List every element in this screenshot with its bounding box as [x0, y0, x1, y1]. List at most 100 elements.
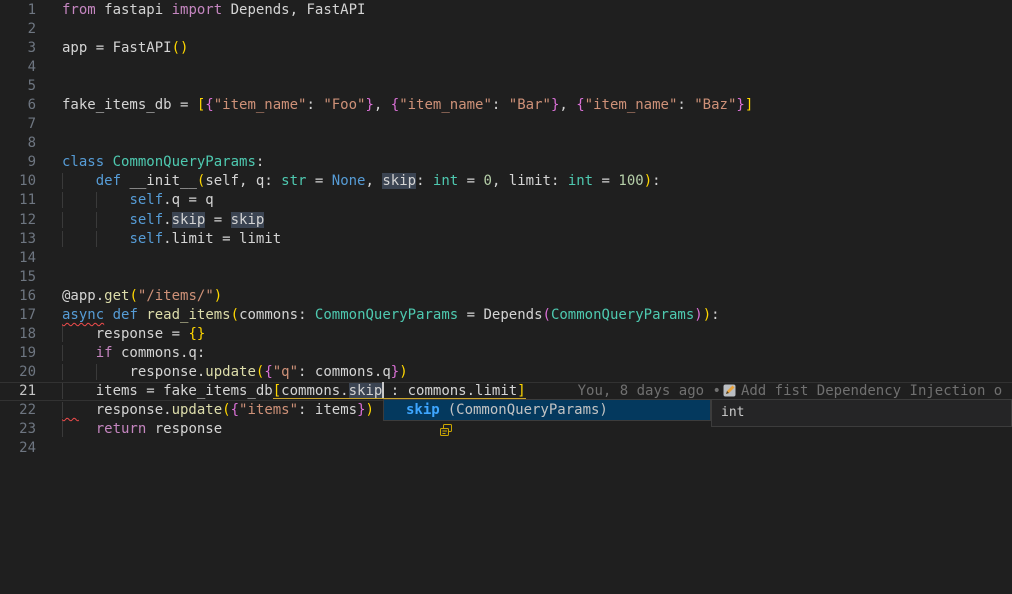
- code-token: :: [256, 154, 264, 170]
- code-token: }: [365, 97, 373, 113]
- code-line-4[interactable]: 4: [0, 58, 1012, 77]
- code-token: update: [205, 364, 256, 380]
- code-token: .: [163, 212, 171, 228]
- code-token: skip: [231, 212, 265, 228]
- code-token: :: [416, 173, 433, 189]
- code-content[interactable]: [62, 58, 1012, 77]
- code-token: class: [62, 154, 104, 170]
- line-number[interactable]: 4: [0, 58, 36, 77]
- code-token: commons:: [239, 307, 315, 323]
- suggest-item-detail: (CommonQueryParams): [448, 400, 608, 420]
- code-line-20[interactable]: 20 response.update({"q": commons.q}): [0, 363, 1012, 382]
- code-line-24[interactable]: 24: [0, 439, 1012, 458]
- line-number[interactable]: 5: [0, 77, 36, 96]
- code-token: skip: [349, 383, 383, 399]
- code-content[interactable]: [62, 134, 1012, 153]
- code-token: [: [273, 383, 281, 399]
- code-token: skip: [172, 212, 206, 228]
- code-token: response =: [96, 326, 189, 342]
- code-line-15[interactable]: 15: [0, 268, 1012, 287]
- line-number[interactable]: 22: [0, 401, 36, 420]
- code-token: fake_items_db =: [62, 97, 197, 113]
- line-number[interactable]: 14: [0, 249, 36, 268]
- line-number[interactable]: 9: [0, 153, 36, 172]
- code-content[interactable]: async def read_items(commons: CommonQuer…: [62, 306, 1012, 325]
- line-number[interactable]: 21: [0, 382, 36, 401]
- code-line-7[interactable]: 7: [0, 115, 1012, 134]
- code-content[interactable]: class CommonQueryParams:: [62, 153, 1012, 172]
- line-number[interactable]: 11: [0, 191, 36, 210]
- line-number[interactable]: 13: [0, 230, 36, 249]
- code-content[interactable]: @app.get("/items/"): [62, 287, 1012, 306]
- code-line-14[interactable]: 14: [0, 249, 1012, 268]
- line-number[interactable]: 2: [0, 20, 36, 39]
- code-line-3[interactable]: 3 app = FastAPI(): [0, 39, 1012, 58]
- code-content[interactable]: [62, 439, 1012, 458]
- code-token: [62, 364, 96, 380]
- code-content[interactable]: [62, 249, 1012, 268]
- code-content[interactable]: fake_items_db = [{"item_name": "Foo"}, {…: [62, 96, 1012, 115]
- code-token: (: [231, 307, 239, 323]
- code-line-6[interactable]: 6 fake_items_db = [{"item_name": "Foo"}, …: [0, 96, 1012, 115]
- code-content[interactable]: def __init__(self, q: str = None, skip: …: [62, 172, 1012, 191]
- code-token: =: [458, 173, 483, 189]
- code-line-11[interactable]: 11 self.q = q: [0, 191, 1012, 210]
- code-content[interactable]: response = {}: [62, 325, 1012, 344]
- line-number[interactable]: 8: [0, 134, 36, 153]
- line-number[interactable]: 6: [0, 96, 36, 115]
- code-line-10[interactable]: 10 def __init__(self, q: str = None, ski…: [0, 172, 1012, 191]
- code-editor[interactable]: 1 from fastapi import Depends, FastAPI 23 a…: [0, 0, 1012, 594]
- suggest-docs-panel: int: [711, 399, 1012, 427]
- line-number[interactable]: 20: [0, 363, 36, 382]
- code-line-1[interactable]: 1 from fastapi import Depends, FastAPI: [0, 1, 1012, 20]
- line-number[interactable]: 7: [0, 115, 36, 134]
- code-content[interactable]: from fastapi import Depends, FastAPI: [62, 1, 1012, 20]
- code-line-19[interactable]: 19 if commons.q:: [0, 344, 1012, 363]
- suggest-widget: skip (CommonQueryParams): [383, 399, 711, 421]
- code-line-2[interactable]: 2: [0, 20, 1012, 39]
- line-number[interactable]: 3: [0, 39, 36, 58]
- line-number[interactable]: 1: [0, 1, 36, 20]
- code-token: (: [543, 307, 551, 323]
- code-token: commons.: [281, 383, 348, 399]
- line-number[interactable]: 24: [0, 439, 36, 458]
- code-line-18[interactable]: 18 response = {}: [0, 325, 1012, 344]
- line-number[interactable]: 17: [0, 306, 36, 325]
- line-number[interactable]: 19: [0, 344, 36, 363]
- code-token: "item_name": [214, 97, 307, 113]
- code-line-9[interactable]: 9 class CommonQueryParams:: [0, 153, 1012, 172]
- code-content[interactable]: self.limit = limit: [62, 230, 1012, 249]
- code-line-13[interactable]: 13 self.limit = limit: [0, 230, 1012, 249]
- code-token: [96, 192, 130, 208]
- code-content[interactable]: [62, 20, 1012, 39]
- code-token: (: [129, 288, 137, 304]
- suggest-item-skip[interactable]: skip (CommonQueryParams): [384, 400, 710, 420]
- code-token: from: [62, 2, 96, 18]
- blame-author: You, 8 days ago: [578, 383, 704, 399]
- code-token: "item_name": [399, 97, 492, 113]
- code-line-12[interactable]: 12 self.skip = skip: [0, 211, 1012, 230]
- code-content[interactable]: [62, 77, 1012, 96]
- code-line-17[interactable]: 17 async def read_items(commons: CommonQu…: [0, 306, 1012, 325]
- line-number[interactable]: 18: [0, 325, 36, 344]
- code-content[interactable]: if commons.q:: [62, 344, 1012, 363]
- code-content[interactable]: [62, 115, 1012, 134]
- code-token: response.: [129, 364, 205, 380]
- code-content[interactable]: app = FastAPI(): [62, 39, 1012, 58]
- code-token: {: [391, 97, 399, 113]
- line-number[interactable]: 12: [0, 211, 36, 230]
- code-line-5[interactable]: 5: [0, 77, 1012, 96]
- code-content[interactable]: [62, 268, 1012, 287]
- line-number[interactable]: 10: [0, 172, 36, 191]
- code-token: ): [703, 307, 711, 323]
- line-number[interactable]: 15: [0, 268, 36, 287]
- line-number[interactable]: 23: [0, 420, 36, 439]
- code-token: {: [576, 97, 584, 113]
- code-line-8[interactable]: 8: [0, 134, 1012, 153]
- code-token: :: [652, 173, 660, 189]
- line-number[interactable]: 16: [0, 287, 36, 306]
- code-content[interactable]: self.skip = skip: [62, 211, 1012, 230]
- code-content[interactable]: self.q = q: [62, 191, 1012, 210]
- code-content[interactable]: response.update({"q": commons.q}): [62, 363, 1012, 382]
- code-line-16[interactable]: 16 @app.get("/items/"): [0, 287, 1012, 306]
